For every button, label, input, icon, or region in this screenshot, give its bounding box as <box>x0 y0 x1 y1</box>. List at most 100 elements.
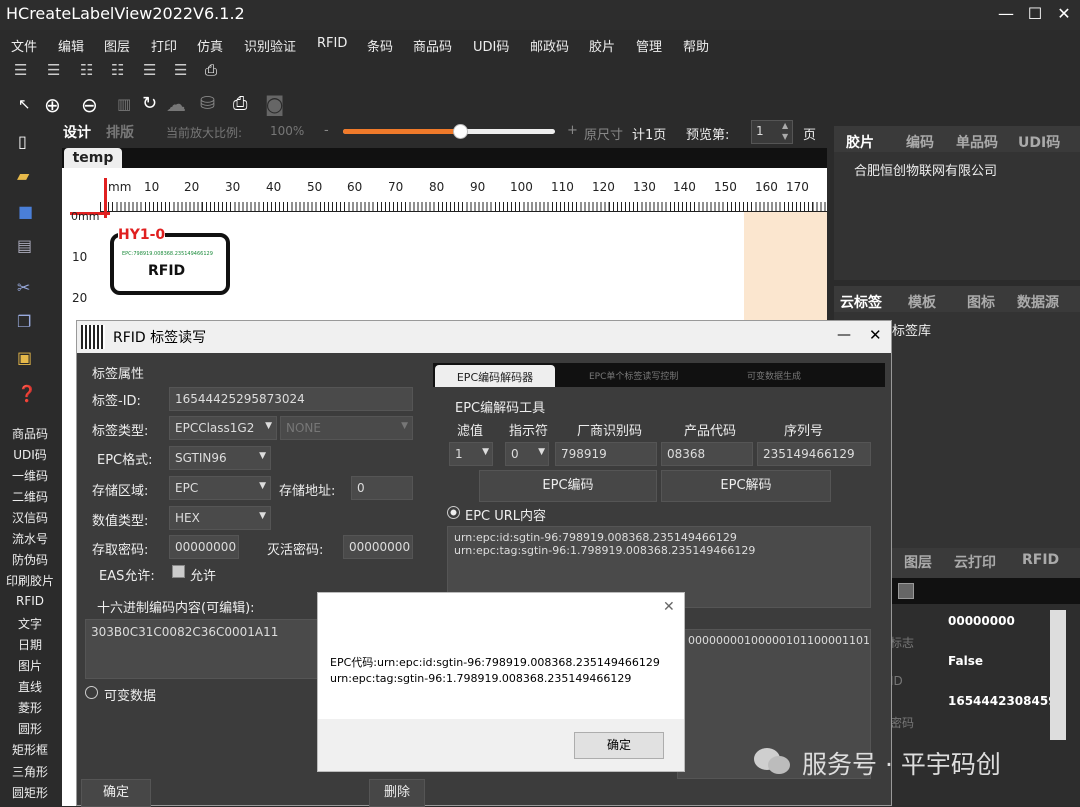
tool-2d-barcode[interactable]: 二维码 <box>0 488 60 505</box>
company-code-field[interactable]: 798919 <box>555 442 657 466</box>
storage-select[interactable]: EPC ▼ <box>169 476 271 500</box>
tab-single-code[interactable]: 单品码 <box>956 132 998 152</box>
save-as-icon[interactable]: ▤ <box>17 236 32 255</box>
zoom-minus[interactable]: - <box>324 123 329 138</box>
new-file-icon[interactable]: ▯ <box>18 132 27 151</box>
tab-layer[interactable]: 图层 <box>904 552 932 572</box>
tab-layout[interactable]: 排版 <box>106 122 134 142</box>
var-data-radio[interactable] <box>85 686 98 699</box>
delete-button[interactable]: 删除 <box>369 779 425 807</box>
chevron-down-icon[interactable]: ▼ <box>401 421 408 431</box>
tool-round-rect[interactable]: 圆矩形 <box>0 784 60 801</box>
close-icon[interactable]: ✕ <box>1051 2 1077 26</box>
chevron-down-icon[interactable]: ▼ <box>259 511 266 521</box>
zoom-in-icon[interactable]: ⊕ <box>44 93 61 117</box>
epc-encode-button[interactable]: EPC编码 <box>479 470 657 502</box>
menu-help[interactable]: 帮助 <box>683 36 709 55</box>
layer-grid-icon[interactable] <box>898 583 914 599</box>
tab-datasource[interactable]: 数据源 <box>1017 292 1059 312</box>
epc-url-radio[interactable] <box>447 506 460 519</box>
zoom-out-icon[interactable]: ⊖ <box>81 93 98 117</box>
open-folder-icon[interactable]: ▰ <box>17 166 29 185</box>
tool-hanxin[interactable]: 汉信码 <box>0 509 60 526</box>
paste-icon[interactable]: ▣ <box>17 348 32 367</box>
tool-serial[interactable]: 流水号 <box>0 530 60 547</box>
align-list2-icon[interactable]: ☷ <box>111 61 124 79</box>
tag-type2-select[interactable]: NONE ▼ <box>280 416 413 440</box>
chevron-down-icon[interactable]: ▼ <box>265 421 272 431</box>
pointer-icon[interactable]: ↖ <box>18 95 31 113</box>
eas-checkbox[interactable] <box>172 565 185 578</box>
menu-udi[interactable]: UDI码 <box>473 36 509 55</box>
menu-film[interactable]: 胶片 <box>589 36 615 55</box>
epc-decode-button[interactable]: EPC解码 <box>661 470 831 502</box>
tab-epc-codec[interactable]: EPC编码解码器 <box>435 365 555 387</box>
align-list-icon[interactable]: ☷ <box>80 61 93 79</box>
product-code-field[interactable]: 08368 <box>661 442 753 466</box>
indicator-select[interactable]: 0 ▼ <box>505 442 549 466</box>
refresh-icon[interactable]: ↻ <box>142 93 157 114</box>
tab-udi[interactable]: UDI码 <box>1018 132 1060 152</box>
tool-print-film[interactable]: 印刷胶片 <box>0 572 60 589</box>
trash-icon[interactable]: ▥ <box>117 95 131 113</box>
tab-cloud-label[interactable]: 云标签 <box>840 292 882 312</box>
filter-select[interactable]: 1 ▼ <box>449 442 493 466</box>
spin-up-icon[interactable]: ▲ <box>782 121 788 130</box>
chevron-down-icon[interactable]: ▼ <box>259 451 266 461</box>
tool-image[interactable]: 图片 <box>0 657 60 674</box>
tab-cloud-print[interactable]: 云打印 <box>954 552 996 572</box>
dialog-minimize-icon[interactable]: — <box>837 327 851 343</box>
rfid-label-graphic[interactable]: HY1-0 EPC:798919.008368.235149466129 RFI… <box>110 217 230 297</box>
access-pwd-field[interactable]: 00000000 <box>169 535 239 559</box>
tab-rfid[interactable]: RFID <box>1022 552 1059 568</box>
menu-edit[interactable]: 编辑 <box>58 36 84 55</box>
property-scrollbar[interactable] <box>1050 610 1066 740</box>
tool-product-code[interactable]: 商品码 <box>0 425 60 442</box>
tool-text[interactable]: 文字 <box>0 615 60 632</box>
tool-circle[interactable]: 圆形 <box>0 720 60 737</box>
align-right-icon[interactable]: ☰ <box>47 61 60 79</box>
company-node[interactable]: 合肥恒创物联网有限公司 <box>854 160 997 179</box>
align-center-icon[interactable]: ☰ <box>143 61 156 79</box>
tool-rect-frame[interactable]: 矩形框 <box>0 741 60 758</box>
zoom-plus[interactable]: + <box>567 123 578 138</box>
label-library-node[interactable]: 标签库 <box>892 320 931 339</box>
prop-value[interactable]: 00000000 <box>948 614 1015 628</box>
chevron-down-icon[interactable]: ▼ <box>259 481 266 491</box>
cut-icon[interactable]: ✂ <box>17 278 30 297</box>
menu-layer[interactable]: 图层 <box>104 36 130 55</box>
minimize-icon[interactable]: — <box>993 2 1019 26</box>
doc-tab-temp[interactable]: temp <box>64 148 122 170</box>
menu-simulate[interactable]: 仿真 <box>197 36 223 55</box>
menu-barcode[interactable]: 条码 <box>367 36 393 55</box>
tab-encode[interactable]: 编码 <box>906 132 934 152</box>
msgbox-ok-button[interactable]: 确定 <box>574 732 664 759</box>
tab-film[interactable]: 胶片 <box>846 132 874 152</box>
align-justify-icon[interactable]: ☰ <box>174 61 187 79</box>
tool-triangle[interactable]: 三角形 <box>0 763 60 780</box>
menu-file[interactable]: 文件 <box>11 36 37 55</box>
menu-product-code[interactable]: 商品码 <box>413 36 452 55</box>
wifi-icon[interactable]: ◙ <box>265 92 284 116</box>
tool-date[interactable]: 日期 <box>0 636 60 653</box>
data-type-select[interactable]: HEX ▼ <box>169 506 271 530</box>
tool-rfid[interactable]: RFID <box>0 594 60 608</box>
preview-page-spinner[interactable]: 1 ▲ ▼ <box>751 120 793 144</box>
tab-var-data-gen[interactable]: 可变数据生成 <box>747 369 801 382</box>
help-icon[interactable]: ❓ <box>17 384 37 403</box>
menu-postal[interactable]: 邮政码 <box>530 36 569 55</box>
tag-id-field[interactable]: 16544425295873024 <box>169 387 413 411</box>
epc-format-select[interactable]: SGTIN96 ▼ <box>169 446 271 470</box>
menu-rfid[interactable]: RFID <box>317 36 347 51</box>
tool-line[interactable]: 直线 <box>0 678 60 695</box>
tab-design[interactable]: 设计 <box>63 122 91 142</box>
tab-icon[interactable]: 图标 <box>967 292 995 312</box>
tool-diamond[interactable]: 菱形 <box>0 699 60 716</box>
spin-down-icon[interactable]: ▼ <box>782 132 788 141</box>
serial-field[interactable]: 235149466129 <box>757 442 871 466</box>
tab-single-tag[interactable]: EPC单个标签读写控制 <box>589 369 678 382</box>
tool-1d-barcode[interactable]: 一维码 <box>0 467 60 484</box>
copy-icon[interactable]: ❐ <box>17 312 31 331</box>
tab-template[interactable]: 模板 <box>908 292 936 312</box>
menu-print[interactable]: 打印 <box>151 36 177 55</box>
